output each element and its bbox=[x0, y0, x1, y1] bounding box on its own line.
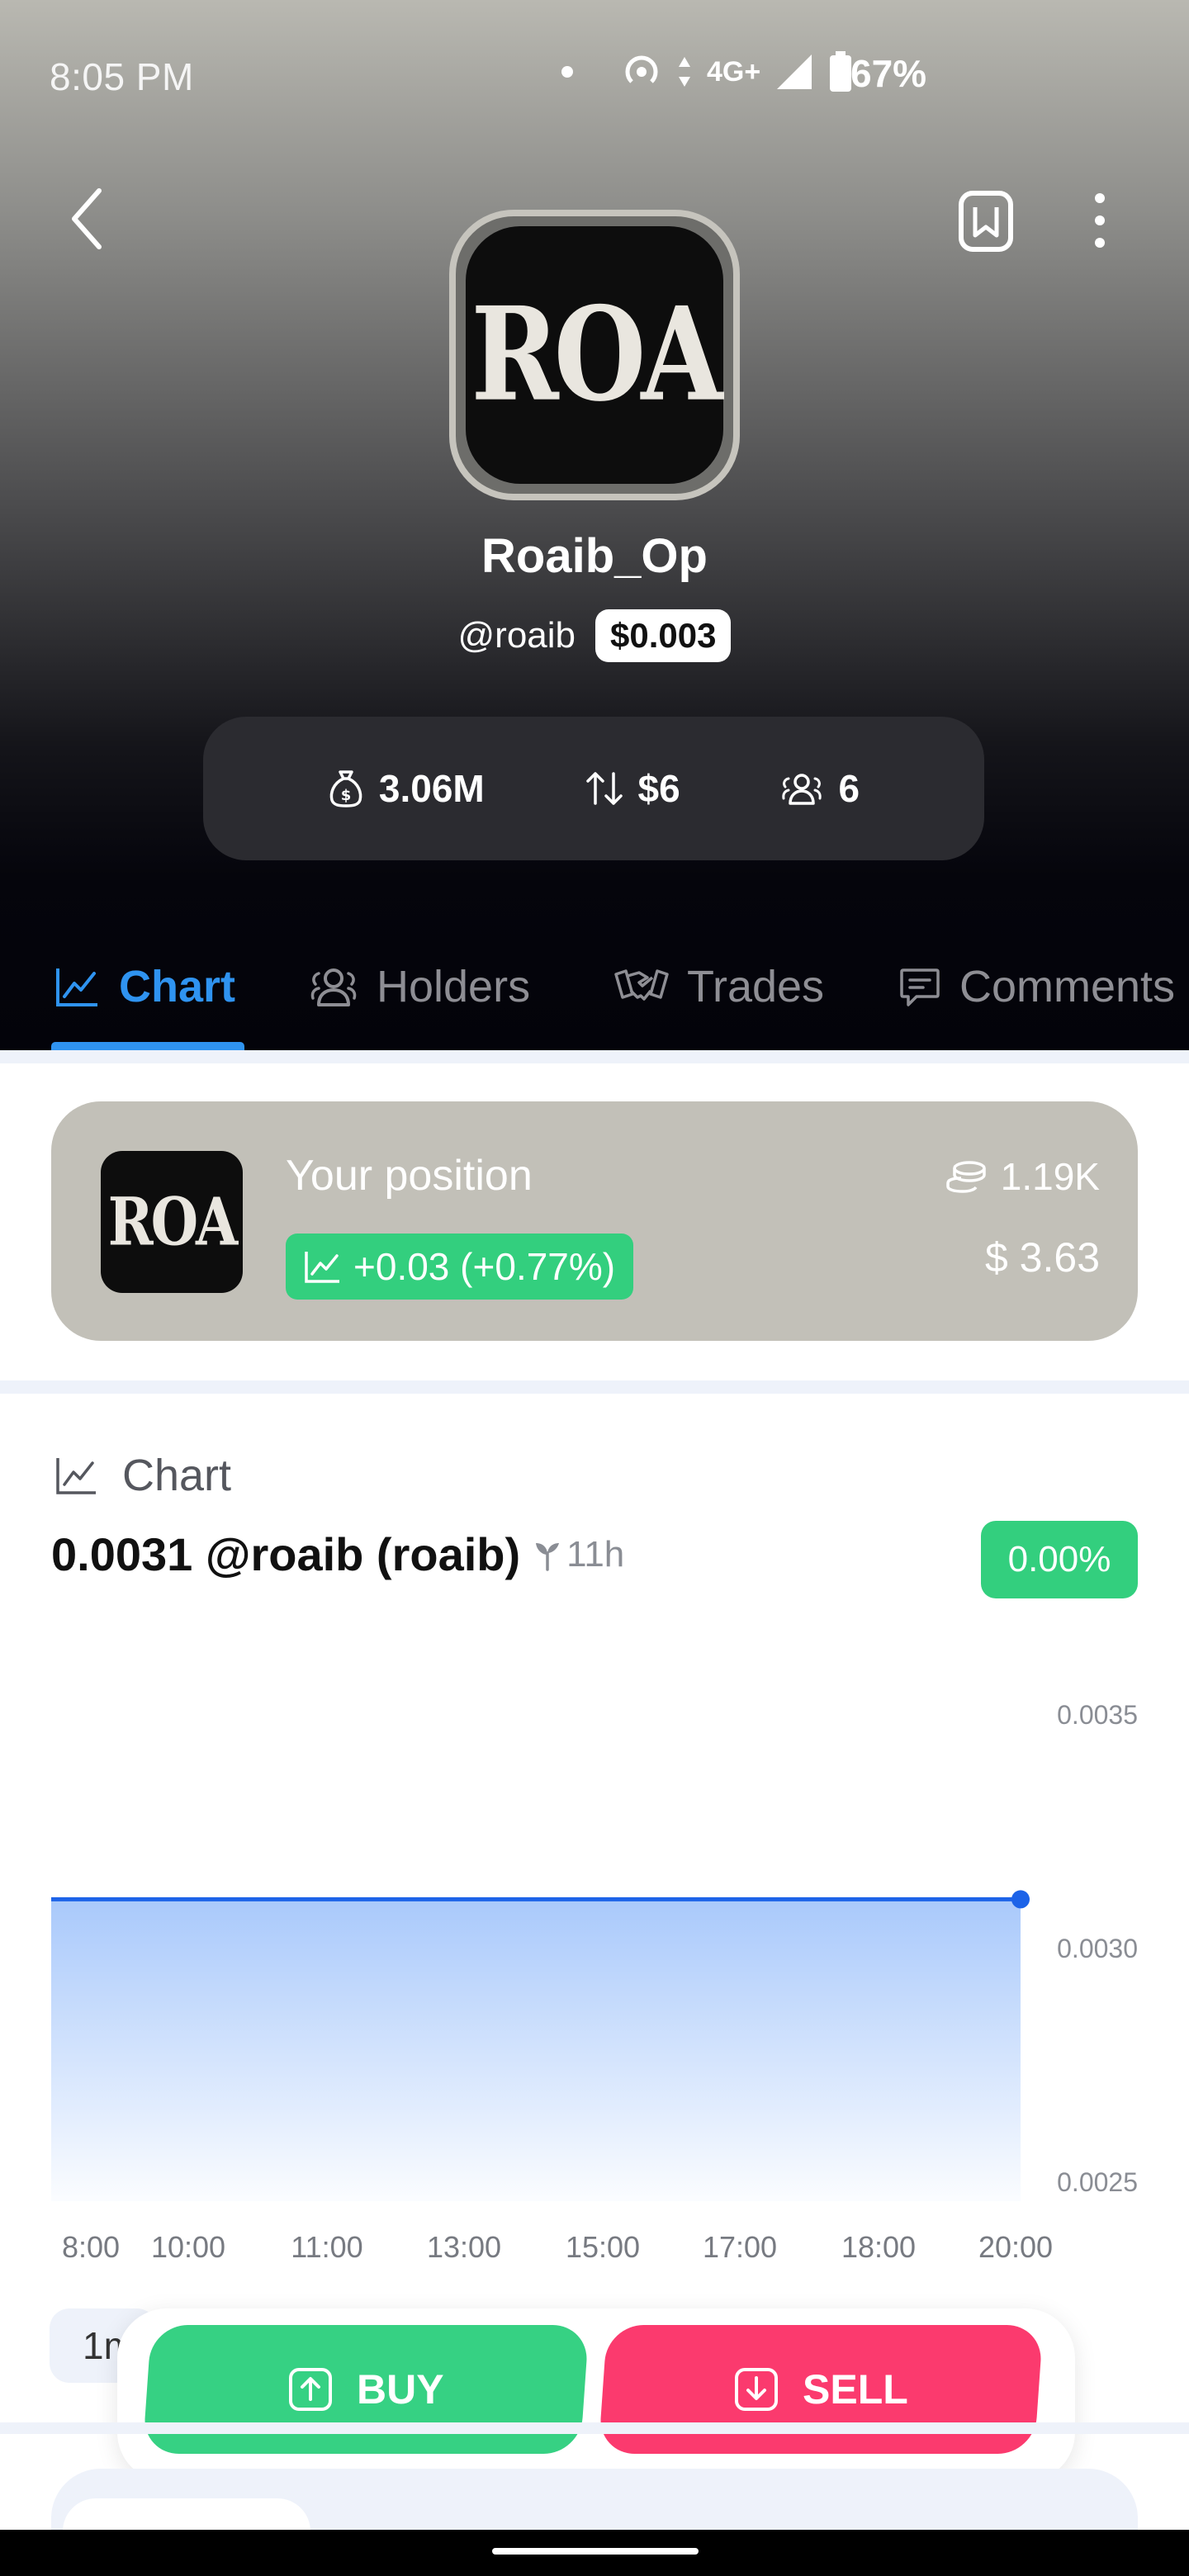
x-tick-label: 15:00 bbox=[566, 2230, 640, 2264]
back-arrow-icon bbox=[72, 188, 102, 249]
holders-value: 6 bbox=[838, 767, 860, 810]
handle-row: @roaib $0.003 bbox=[0, 609, 1189, 662]
token-page: 8:05 PM 4G+ 67% ROA Roaib_Op @roaib $0.0… bbox=[0, 0, 1189, 2576]
chart-change-badge: 0.00% bbox=[981, 1521, 1138, 1598]
market-cap-stat: $ 3.06M bbox=[328, 766, 485, 811]
chart-token-price: 0.0031 @roaib (roaib) bbox=[51, 1528, 521, 1580]
position-title: Your position bbox=[286, 1152, 533, 1200]
x-tick-label: 20:00 bbox=[978, 2230, 1053, 2264]
data-arrows-icon bbox=[679, 57, 690, 87]
holders-icon bbox=[310, 968, 357, 1006]
tab-comments-label: Comments bbox=[959, 962, 1176, 1011]
chart-y-axis: 0.0035 0.0030 0.0025 bbox=[1057, 1700, 1138, 2197]
token-logo-text: ROA bbox=[471, 279, 722, 431]
money-bag-icon: $ bbox=[329, 770, 362, 807]
chart-area-fill bbox=[51, 1899, 1021, 2201]
home-gesture-handle[interactable] bbox=[492, 2548, 699, 2555]
status-time: 8:05 PM bbox=[50, 55, 194, 98]
position-change-badge: +0.03 (+0.77%) bbox=[286, 1234, 634, 1300]
chart-icon bbox=[56, 968, 97, 1006]
sell-button[interactable]: SELL bbox=[598, 2325, 1044, 2454]
chart-area-layer bbox=[51, 1899, 1021, 2201]
tab-chart-label: Chart bbox=[119, 962, 236, 1011]
notification-dot-icon bbox=[561, 66, 573, 78]
volume-value: $6 bbox=[637, 767, 680, 810]
x-tick-label: 17:00 bbox=[703, 2230, 777, 2264]
signal-icon bbox=[777, 54, 812, 89]
chart-section-label: Chart bbox=[122, 1451, 232, 1500]
token-handle[interactable]: @roaib bbox=[458, 615, 576, 656]
status-icons: 4G+ bbox=[561, 51, 853, 92]
bookmark-icon bbox=[959, 191, 1013, 252]
more-vertical-icon bbox=[1095, 193, 1105, 248]
x-tick-label: 11:00 bbox=[291, 2230, 362, 2264]
x-tick-label: 13:00 bbox=[427, 2230, 501, 2264]
token-age: 11h bbox=[533, 1534, 624, 1575]
tab-holders[interactable]: Holders bbox=[309, 961, 530, 1012]
chart-section-icon bbox=[56, 1458, 96, 1494]
tab-chart[interactable]: Chart bbox=[54, 961, 235, 1012]
chart-point bbox=[1011, 1890, 1030, 1909]
tab-trades[interactable]: Trades bbox=[614, 961, 824, 1012]
people-icon bbox=[782, 774, 822, 805]
comment-icon bbox=[900, 968, 940, 1006]
section-divider-2 bbox=[0, 1380, 1189, 1394]
trade-action-bar: BUY SELL bbox=[117, 2308, 1075, 2482]
tab-comments[interactable]: Comments bbox=[898, 961, 1175, 1012]
position-change-value: +0.03 (+0.77%) bbox=[353, 1245, 616, 1288]
swap-arrows-icon bbox=[585, 772, 623, 805]
x-tick-label: 10:00 bbox=[151, 2230, 225, 2264]
position-quantity-value: 1.19K bbox=[1000, 1155, 1100, 1198]
chart-section-heading: Chart bbox=[54, 1450, 231, 1501]
market-cap-value: 3.06M bbox=[378, 767, 485, 810]
position-logo-text: ROA bbox=[107, 1183, 239, 1261]
token-age-value: 11h bbox=[566, 1533, 625, 1574]
y-tick-label: 0.0025 bbox=[1057, 2167, 1138, 2197]
volume-stat: $6 bbox=[585, 766, 680, 811]
active-tab-indicator bbox=[51, 1042, 244, 1050]
sell-download-icon bbox=[735, 2368, 779, 2411]
buy-label: BUY bbox=[357, 2366, 444, 2413]
price-badge: $0.003 bbox=[595, 609, 732, 662]
position-token-logo: ROA bbox=[101, 1151, 243, 1293]
section-divider-3 bbox=[0, 2422, 1189, 2434]
tab-holders-label: Holders bbox=[377, 962, 531, 1011]
section-divider bbox=[0, 1050, 1189, 1063]
token-avatar: ROA bbox=[449, 210, 740, 500]
y-tick-label: 0.0030 bbox=[1057, 1934, 1138, 1963]
battery-percent: 67% bbox=[850, 52, 927, 95]
holders-stat: 6 bbox=[780, 766, 860, 811]
status-bar: 8:05 PM 4G+ 67% bbox=[0, 0, 1189, 157]
sprout-icon bbox=[536, 1542, 560, 1571]
stats-bar: $ 3.06M $6 6 bbox=[203, 717, 984, 860]
buy-button[interactable]: BUY bbox=[142, 2325, 590, 2454]
token-logo: ROA bbox=[466, 226, 723, 484]
buy-upload-icon bbox=[289, 2368, 333, 2411]
x-tick-label: 18:00 bbox=[841, 2230, 916, 2264]
more-options-button[interactable] bbox=[1073, 183, 1126, 258]
tab-bar: Chart Holders Trades Comments bbox=[0, 949, 1189, 1050]
hotspot-icon bbox=[625, 55, 658, 83]
handshake-icon bbox=[614, 969, 669, 1001]
position-card[interactable]: ROA Your position +0.03 (+0.77%) 1.19K $… bbox=[51, 1101, 1138, 1341]
tab-trades-label: Trades bbox=[687, 962, 825, 1011]
battery-icon bbox=[830, 51, 852, 92]
chart-summary: 0.0031 @roaib (roaib) 11h bbox=[51, 1527, 624, 1581]
coins-icon bbox=[946, 1161, 986, 1193]
price-chart[interactable]: 0.0035 0.0030 0.0025 8:00 10:00 11:00 13:00 15… bbox=[0, 1651, 1189, 2279]
back-button[interactable] bbox=[50, 182, 124, 256]
trend-up-icon bbox=[305, 1252, 339, 1283]
bookmark-button[interactable] bbox=[950, 185, 1022, 258]
x-tick-label: 8:00 bbox=[62, 2230, 120, 2264]
position-quantity: 1.19K bbox=[945, 1154, 1100, 1199]
position-value: $ 3.63 bbox=[984, 1234, 1100, 1281]
chart-x-axis: 8:00 10:00 11:00 13:00 15:00 17:00 18:00 20:00 bbox=[62, 2230, 1053, 2264]
network-type: 4G+ bbox=[707, 55, 761, 88]
y-tick-label: 0.0035 bbox=[1057, 1700, 1138, 1730]
system-nav-bar bbox=[0, 2530, 1189, 2576]
token-name: Roaib_Op bbox=[481, 529, 708, 583]
svg-text:$: $ bbox=[341, 787, 352, 804]
sell-label: SELL bbox=[803, 2366, 908, 2413]
header-background bbox=[0, 0, 1189, 1050]
